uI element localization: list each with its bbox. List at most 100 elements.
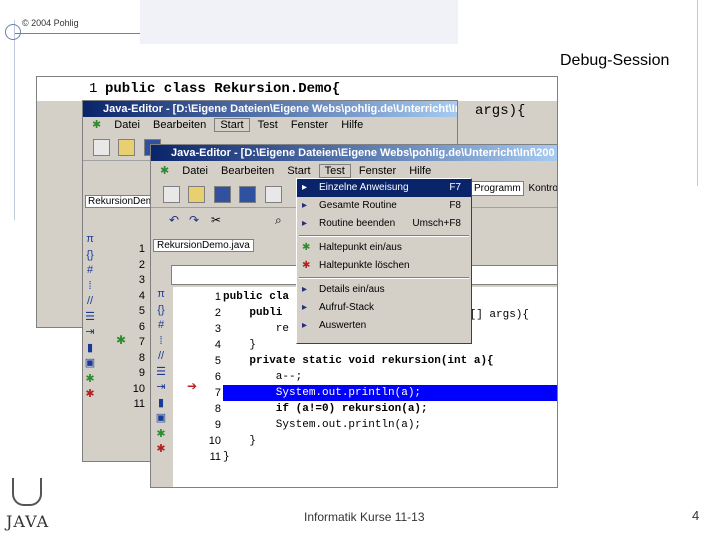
braces-icon[interactable]: {} (82, 248, 98, 264)
w3-list-icon[interactable]: ⁞ (151, 334, 171, 350)
step-icon: ▸ (302, 302, 308, 313)
db-icon[interactable]: ▣ (82, 356, 98, 372)
menu-item-label: Einzelne Anweisung (319, 182, 409, 193)
menu-item-routine-beenden[interactable]: ▸ Routine beenden Umsch+F8 (297, 215, 471, 233)
redo-icon[interactable]: ↷ (189, 213, 199, 227)
code-line[interactable]: private static void rekursion(int a){ (223, 353, 557, 369)
menu-item-haltepunkte-l-schen[interactable]: ✱ Haltepunkte löschen (297, 257, 471, 275)
w3-left-palette: π {} # ⁞ // ☰ ⇥ ▮ ▣ ✱ ✱ (151, 287, 171, 487)
menu-item-shortcut: F8 (449, 200, 461, 211)
w2-menu-test[interactable]: Test (253, 119, 283, 131)
line-number: 2 (214, 307, 221, 319)
w3-green-bug-icon[interactable]: ✱ (151, 427, 171, 443)
w2-menu-start[interactable]: Start (214, 118, 250, 132)
comment-icon[interactable]: // (82, 294, 98, 310)
hash-icon[interactable]: # (82, 263, 98, 279)
java-logo: JAVA (4, 472, 48, 532)
back-code-line: public class Rekursion.Demo{ (105, 81, 341, 97)
w3-file-tab[interactable]: RekursionDemo.java (153, 239, 254, 252)
code-line[interactable]: System.out.println(a); (223, 417, 557, 433)
tab-kontrol[interactable]: Kontrol (526, 182, 557, 195)
green-bug-icon[interactable]: ✱ (82, 372, 98, 388)
right-vertical-line (697, 0, 698, 186)
list-icon[interactable]: ⁞ (82, 279, 98, 295)
w2-menu-hilfe[interactable]: Hilfe (336, 119, 368, 131)
menu-item-gesamte-routine[interactable]: ▸ Gesamte Routine F8 (297, 197, 471, 215)
code-line[interactable]: a--; (223, 369, 557, 385)
w3-print-icon[interactable] (264, 186, 282, 203)
w3-lines-icon[interactable]: ☰ (151, 365, 171, 381)
code-line[interactable]: } (223, 433, 557, 449)
red-bug-icon[interactable]: ✱ (82, 387, 98, 403)
line-number: 1 (214, 291, 221, 303)
w3-db-icon[interactable]: ▣ (151, 411, 171, 427)
lines-icon[interactable]: ☰ (82, 310, 98, 326)
code-line[interactable]: if (a!=0) rekursion(a); (223, 401, 557, 417)
line-number: 7 (214, 387, 221, 399)
menu-item-aufruf-stack[interactable]: ▸ Aufruf-Stack (297, 299, 471, 317)
line-number: 4 (214, 339, 221, 351)
left-vertical-line (14, 20, 15, 220)
w2-menu-datei[interactable]: Datei (109, 119, 145, 131)
menu-item-details-ein-aus[interactable]: ▸ Details ein/aus (297, 281, 471, 299)
bug-icon: ✱ (302, 242, 311, 253)
w3-book-icon[interactable]: ▮ (151, 396, 171, 412)
page-number: 4 (692, 508, 700, 523)
w3-braces-icon[interactable]: {} (151, 303, 171, 319)
menu-item-label: Routine beenden (319, 218, 396, 229)
menu-item-einzelne-anweisung[interactable]: ▸ Einzelne Anweisung F7 (297, 179, 471, 197)
slide-title: Debug-Session (560, 52, 670, 69)
w3-menu-fenster[interactable]: Fenster (354, 165, 401, 177)
w3-menu-start[interactable]: Start (282, 165, 315, 177)
line-number: 9 (214, 419, 221, 431)
code-line[interactable]: } (223, 449, 557, 465)
w3-hash-icon[interactable]: # (151, 318, 171, 334)
menu-item-shortcut: Umsch+F8 (412, 218, 461, 229)
menu-item-haltepunkt-ein-aus[interactable]: ✱ Haltepunkt ein/aus (297, 239, 471, 257)
line-number: 5 (214, 355, 221, 367)
window-2-title: Java-Editor - [D:\Eigene Dateien\Eigene … (83, 101, 457, 117)
coffee-cup-icon (12, 478, 42, 506)
line-number: 10 (208, 435, 221, 447)
book-icon[interactable]: ▮ (82, 341, 98, 357)
cut-icon[interactable]: ✂ (211, 213, 221, 227)
open-folder-icon[interactable] (118, 139, 136, 156)
w3-save-all-icon[interactable] (239, 186, 257, 203)
menu-item-label: Haltepunkte löschen (319, 260, 410, 271)
w3-comment-icon[interactable]: // (151, 349, 171, 365)
w3-menu-bearbeiten[interactable]: Bearbeiten (216, 165, 279, 177)
w3-right-tabs: Programm Kontrol (471, 181, 557, 196)
w2-menu-bearbeiten[interactable]: Bearbeiten (148, 119, 211, 131)
indent-icon[interactable]: ⇥ (82, 325, 98, 341)
menu-item-auswerten[interactable]: ▸ Auswerten (297, 317, 471, 335)
pi-icon[interactable]: π (82, 232, 98, 248)
w3-new-file-icon[interactable] (163, 186, 180, 203)
w3-bug-menu-icon[interactable]: ✱ (155, 165, 174, 177)
w2-menu-fenster[interactable]: Fenster (286, 119, 333, 131)
menu-separator (299, 235, 469, 237)
w3-save-icon[interactable] (213, 186, 231, 203)
w3-menu-datei[interactable]: Datei (177, 165, 213, 177)
find-icon[interactable]: ⌕ (275, 213, 282, 228)
menu-item-label: Details ein/aus (319, 284, 385, 295)
back-args-text: args){ (475, 103, 526, 119)
code-line-tail: g[] args){ (463, 309, 530, 321)
footer-text: Informatik Kurse 11-13 (304, 510, 425, 524)
w3-menu-hilfe[interactable]: Hilfe (404, 165, 436, 177)
w3-red-bug-icon[interactable]: ✱ (151, 442, 171, 458)
window-3-title: Java-Editor - [D:\Eigene Dateien\Eigene … (151, 145, 557, 161)
w3-indent-icon[interactable]: ⇥ (151, 380, 171, 396)
new-file-icon[interactable] (93, 139, 110, 156)
line-number: 6 (214, 371, 221, 383)
menu-item-shortcut: F7 (449, 182, 461, 193)
test-dropdown-menu: ▸ Einzelne Anweisung F7 ▸ Gesamte Routine F8 ▸… (296, 178, 472, 344)
w3-open-folder-icon[interactable] (188, 186, 206, 203)
code-line[interactable]: System.out.println(a); (223, 385, 557, 401)
tab-programm[interactable]: Programm (471, 181, 524, 196)
w2-bug-menu-icon[interactable]: ✱ (87, 119, 106, 131)
undo-icon[interactable]: ↶ (169, 213, 179, 227)
step-icon: ▸ (302, 320, 308, 331)
menu-item-label: Auswerten (319, 320, 367, 331)
w3-pi-icon[interactable]: π (151, 287, 171, 303)
w3-menu-test[interactable]: Test (318, 164, 351, 178)
